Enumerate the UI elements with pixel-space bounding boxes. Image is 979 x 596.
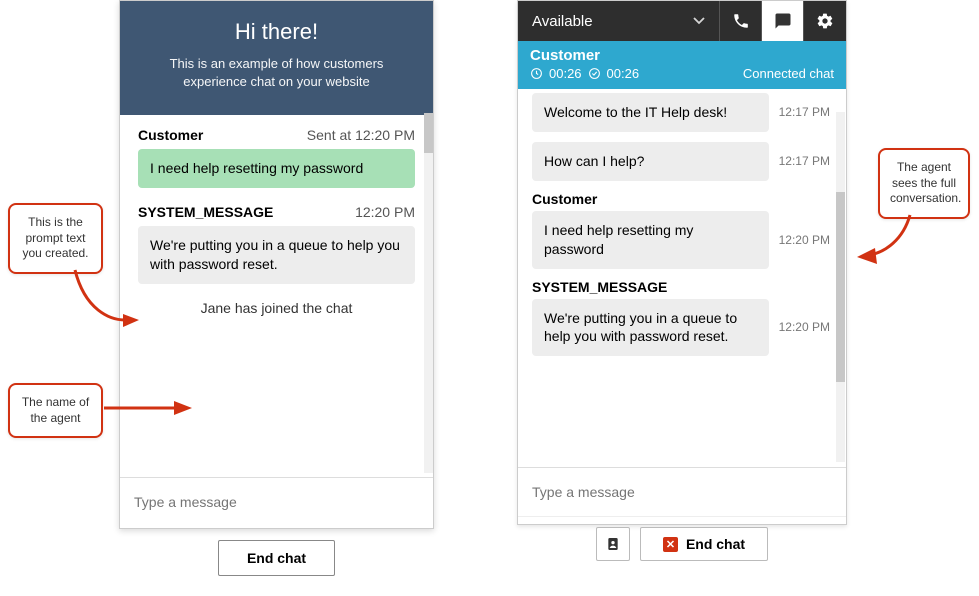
connection-status: Connected chat xyxy=(743,66,834,81)
phonebook-button[interactable] xyxy=(596,527,630,561)
customer-chat-panel: Hi there! This is an example of how cust… xyxy=(119,0,434,529)
message-time: 12:17 PM xyxy=(779,105,830,119)
message-bubble: We're putting you in a queue to help you… xyxy=(138,226,415,284)
message-bubble: We're putting you in a queue to help you… xyxy=(532,299,769,357)
chat-icon xyxy=(774,12,792,30)
chat-message: SYSTEM_MESSAGE 12:20 PM We're putting yo… xyxy=(138,204,415,284)
agent-message-input[interactable] xyxy=(532,480,832,504)
phonebook-icon xyxy=(605,536,621,552)
message-bubble: Welcome to the IT Help desk! xyxy=(532,93,769,132)
timer-2: 00:26 xyxy=(607,66,640,81)
callout-full-conversation: The agent sees the full conversation. xyxy=(878,148,970,219)
agent-message-row: How can I help? 12:17 PM xyxy=(532,142,830,181)
message-time: Sent at 12:20 PM xyxy=(307,127,415,143)
contact-info-bar: Customer 00:26 00:26 Connected chat xyxy=(518,41,846,89)
message-bubble: I need help resetting my password xyxy=(532,211,769,269)
chat-message: Customer Sent at 12:20 PM I need help re… xyxy=(138,127,415,188)
customer-input-area xyxy=(120,477,433,526)
agent-message-row: We're putting you in a queue to help you… xyxy=(532,299,830,357)
end-chat-label: End chat xyxy=(686,536,745,552)
header-subtitle: This is an example of how customers expe… xyxy=(144,55,409,91)
agent-status-dropdown[interactable]: Available xyxy=(518,1,720,41)
agent-input-area xyxy=(518,467,846,516)
timer-icon xyxy=(588,67,601,80)
callout-agent-name: The name of the agent xyxy=(8,383,103,438)
message-time: 12:17 PM xyxy=(779,154,830,168)
gear-icon xyxy=(816,12,834,30)
agent-footer: ✕ End chat xyxy=(518,516,846,571)
settings-button[interactable] xyxy=(804,1,846,41)
header-title: Hi there! xyxy=(144,19,409,45)
end-chat-button[interactable]: End chat xyxy=(218,540,335,576)
callout-arrow xyxy=(855,210,925,270)
agent-chat-body: Welcome to the IT Help desk! 12:17 PM Ho… xyxy=(518,89,846,467)
chevron-down-icon xyxy=(693,17,705,25)
message-time: 12:20 PM xyxy=(779,320,830,334)
agent-end-chat-button[interactable]: ✕ End chat xyxy=(640,527,768,561)
message-time: 12:20 PM xyxy=(779,233,830,247)
timer-1: 00:26 xyxy=(549,66,582,81)
chat-tab-button[interactable] xyxy=(762,1,804,41)
message-time: 12:20 PM xyxy=(355,204,415,220)
agent-panel: Available Customer 00:26 00:26 Connected… xyxy=(517,0,847,525)
customer-footer: End chat xyxy=(120,526,433,596)
message-bubble: How can I help? xyxy=(532,142,769,181)
customer-chat-header: Hi there! This is an example of how cust… xyxy=(120,1,433,115)
clock-icon xyxy=(530,67,543,80)
callout-arrow xyxy=(104,398,194,418)
message-sender: Customer xyxy=(138,127,203,143)
system-joined-text: Jane has joined the chat xyxy=(138,300,415,316)
phone-tab-button[interactable] xyxy=(720,1,762,41)
phone-icon xyxy=(732,12,750,30)
close-icon: ✕ xyxy=(663,537,678,552)
callout-prompt-text: This is the prompt text you created. xyxy=(8,203,103,274)
customer-chat-body: Customer Sent at 12:20 PM I need help re… xyxy=(120,115,433,477)
agent-status-bar: Available xyxy=(518,1,846,41)
contact-name: Customer xyxy=(530,47,834,64)
agent-message-row: Welcome to the IT Help desk! 12:17 PM xyxy=(532,93,830,132)
message-sender: SYSTEM_MESSAGE xyxy=(532,279,830,295)
callout-arrow xyxy=(65,265,145,335)
message-sender: Customer xyxy=(532,191,830,207)
status-label: Available xyxy=(532,13,593,30)
message-bubble: I need help resetting my password xyxy=(138,149,415,188)
agent-message-row: I need help resetting my password 12:20 … xyxy=(532,211,830,269)
message-sender: SYSTEM_MESSAGE xyxy=(138,204,273,220)
message-input[interactable] xyxy=(134,490,419,514)
